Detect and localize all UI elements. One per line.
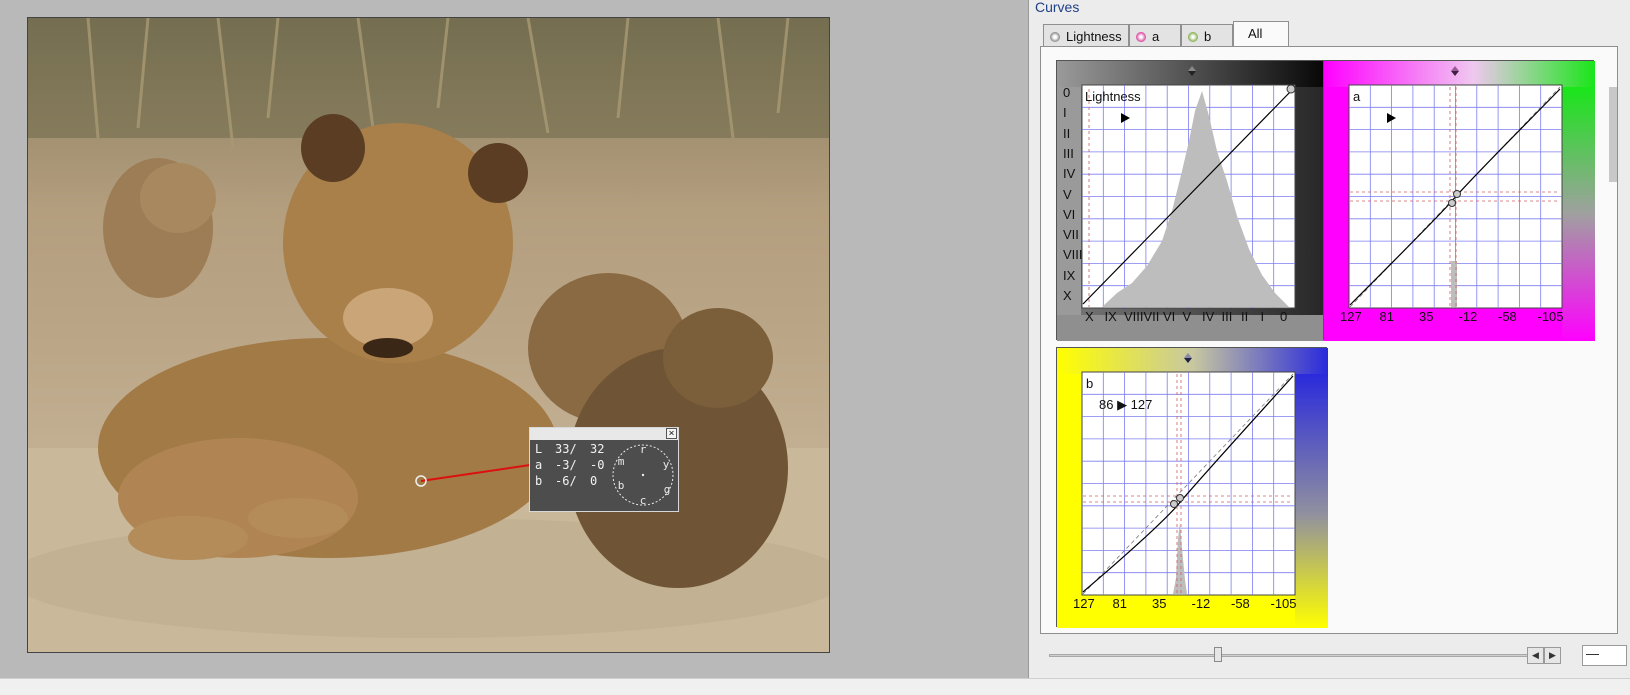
b-curve-panel: b 86 ▶ 127 127 81 35 -12 -58 -105	[1056, 347, 1328, 628]
image-canvas-area: × L 33/ 32 a -3/ -0 b -6/ 0 r y g c b m	[0, 0, 1028, 678]
axis-tick-label: 127	[1340, 309, 1362, 324]
photo-illustration	[28, 18, 829, 652]
color-probe-panel[interactable]: × L 33/ 32 a -3/ -0 b -6/ 0 r y g c b m	[529, 427, 679, 512]
a-curve-panel: a 127 81 35 -12 -58 -105	[1323, 60, 1595, 341]
photo-lioness-with-cubs[interactable]	[27, 17, 830, 653]
axis-tick-label: III	[1221, 309, 1233, 324]
curve-point[interactable]	[1176, 494, 1184, 502]
a-channel-icon	[1136, 32, 1146, 42]
next-button[interactable]: ▶	[1544, 647, 1561, 664]
axis-tick-label: -12	[1458, 309, 1478, 324]
slider-thumb[interactable]	[1214, 647, 1222, 662]
probe-before-value: -6/	[555, 474, 577, 488]
axis-tick-label: VI	[1163, 309, 1176, 324]
probe-panel-titlebar[interactable]	[530, 428, 678, 440]
probe-channel: L	[535, 442, 543, 456]
wheel-label-bottom: c	[640, 494, 647, 507]
panel-scrollbar[interactable]	[1609, 87, 1617, 182]
axis-tick-label: IX	[1104, 309, 1117, 324]
probe-after-value: 0	[590, 474, 598, 488]
wheel-label-top: r	[640, 443, 647, 456]
marker-value[interactable]: 86 ▶ 127	[1099, 397, 1152, 413]
axis-tick-label: I	[1260, 309, 1265, 324]
color-wheel-icon: r y g c b m	[612, 443, 674, 507]
probe-row-b: b -6/ 0	[535, 474, 610, 490]
axis-tick-label: -105	[1537, 309, 1564, 324]
axis-tick-label: III	[1063, 145, 1074, 161]
axis-tick-label: 35	[1152, 596, 1167, 611]
axis-tick-label: II	[1241, 309, 1249, 324]
axis-tick-label: 35	[1419, 309, 1434, 324]
probe-row-a: a -3/ -0	[535, 458, 610, 474]
curves-dialog: Curves Lightness a b All Lightness 0 I I…	[1028, 0, 1630, 678]
axis-tick-label: X	[1085, 309, 1094, 324]
wheel-label-left: b	[618, 479, 625, 492]
previous-button[interactable]: ◀	[1527, 647, 1544, 664]
axis-tick-label: VI	[1063, 206, 1076, 222]
axis-tick-label: -58	[1498, 309, 1517, 324]
axis-tick-label: 0	[1280, 309, 1288, 324]
close-icon[interactable]: ×	[666, 428, 677, 439]
axis-tick-label: -105	[1270, 596, 1297, 611]
tab-a[interactable]: a	[1129, 24, 1181, 47]
tab-label: a	[1152, 29, 1160, 44]
slider-track[interactable]	[1049, 654, 1539, 657]
slider-value-field[interactable]: —	[1582, 645, 1627, 666]
tab-lightness[interactable]: Lightness	[1043, 24, 1129, 47]
curve-title: Lightness	[1085, 89, 1141, 104]
probe-before-value: -3/	[555, 458, 577, 472]
b-channel-icon	[1188, 32, 1198, 42]
axis-tick-label: V	[1063, 186, 1072, 202]
probe-channel: a	[535, 458, 543, 472]
axis-tick-label: 81	[1379, 309, 1394, 324]
tab-all[interactable]: All	[1233, 21, 1289, 46]
axis-tick-label: 0	[1063, 85, 1071, 100]
axis-tick-label: VIII	[1124, 309, 1144, 324]
axis-tick-label: IV	[1202, 309, 1215, 324]
curve-title: b	[1086, 376, 1094, 391]
lightness-icon	[1050, 32, 1060, 42]
axis-tick-label: 81	[1112, 596, 1127, 611]
curve-title: a	[1353, 89, 1361, 104]
probe-after-value: -0	[590, 458, 605, 472]
axis-tick-label: X	[1063, 288, 1072, 303]
curve-point[interactable]	[1170, 500, 1178, 508]
axis-tick-label: -58	[1231, 596, 1250, 611]
dialog-title: Curves	[1035, 0, 1080, 15]
strength-slider-bar: ◀ ▶ —	[1041, 644, 1627, 666]
lightness-curve-panel: Lightness 0 I II III IV V VI VII VIII IX X X IX VIII…	[1056, 60, 1328, 341]
tab-label: Lightness	[1066, 29, 1122, 44]
tab-label: b	[1204, 29, 1212, 44]
probe-after-value: 32	[590, 442, 605, 456]
axis-tick-label: V	[1182, 309, 1192, 324]
curves-tab-panel: Lightness 0 I II III IV V VI VII VIII IX X X IX VIII…	[1040, 46, 1618, 634]
axis-tick-label: IV	[1063, 166, 1076, 182]
status-bar	[0, 678, 1630, 695]
tab-b[interactable]: b	[1181, 24, 1233, 47]
axis-tick-label: 127	[1073, 596, 1095, 611]
curve-point[interactable]	[1453, 190, 1461, 198]
wheel-label-right: y	[663, 458, 670, 471]
axis-tick-label: VII	[1063, 227, 1079, 243]
probe-row-lightness: L 33/ 32	[535, 442, 610, 458]
axis-tick-label: II	[1063, 125, 1071, 141]
probe-channel: b	[535, 474, 543, 488]
curve-point[interactable]	[1286, 84, 1296, 94]
wheel-label-top-left: m	[618, 455, 625, 468]
probe-before-value: 33/	[555, 442, 577, 456]
axis-tick-label: I	[1063, 105, 1067, 121]
axis-tick-label: IX	[1063, 267, 1076, 283]
axis-tick-label: -12	[1191, 596, 1211, 611]
wheel-label-bottom-right: g	[664, 483, 671, 496]
axis-tick-label: VII	[1143, 309, 1160, 324]
axis-tick-label: VIII	[1063, 247, 1083, 263]
curve-point[interactable]	[1448, 199, 1456, 207]
tab-label: All	[1248, 26, 1263, 41]
